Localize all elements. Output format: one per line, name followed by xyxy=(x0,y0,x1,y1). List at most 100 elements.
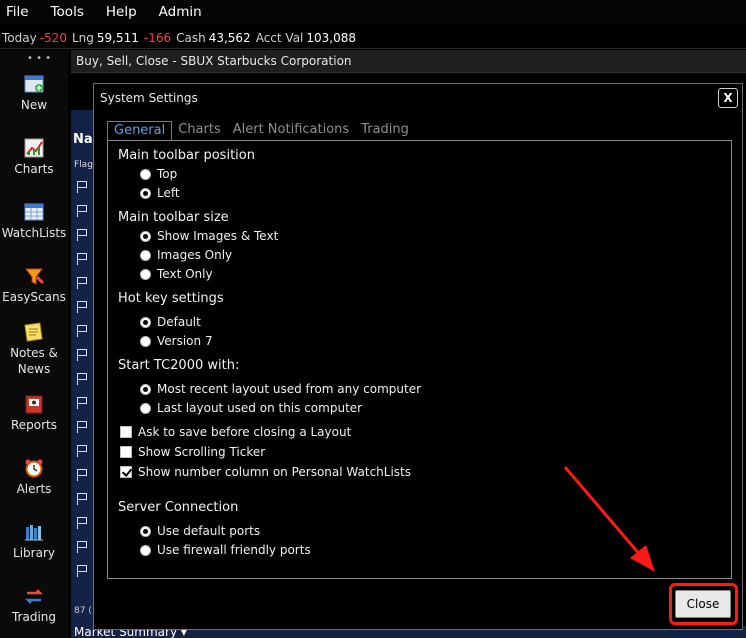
radio-label: Text Only xyxy=(157,267,213,281)
flag-icon[interactable] xyxy=(77,349,89,361)
acct-val-label: Acct Val xyxy=(255,30,304,45)
radio-last-layout-this[interactable]: Last layout used on this computer xyxy=(140,400,362,416)
dialog-title: System Settings xyxy=(100,91,198,105)
settings-tabs: General Charts Alert Notifications Tradi… xyxy=(107,121,415,141)
nav-charts[interactable]: Charts xyxy=(0,137,68,177)
radio-button-selected[interactable] xyxy=(140,316,151,328)
toolbar-grip-icon[interactable]: • • • xyxy=(27,53,51,64)
radio-label: Left xyxy=(157,186,180,200)
nav-reports-label: Reports xyxy=(10,418,58,432)
flag-icon[interactable] xyxy=(77,277,89,289)
new-window-icon xyxy=(23,73,45,95)
system-settings-dialog: System Settings X General Charts Alert N… xyxy=(93,83,743,630)
background-window-title: Buy, Sell, Close - SBUX Starbucks Corpor… xyxy=(71,50,746,73)
radio-button-selected[interactable] xyxy=(140,383,151,395)
menu-admin[interactable]: Admin xyxy=(159,4,202,20)
nav-alerts[interactable]: Alerts xyxy=(0,457,68,497)
radio-label: Images Only xyxy=(157,248,233,262)
today-label: Today xyxy=(2,30,37,45)
nav-notes-label: Notes & xyxy=(10,346,58,360)
radio-label: Top xyxy=(157,167,178,181)
menu-help[interactable]: Help xyxy=(106,4,137,20)
radio-button-selected[interactable] xyxy=(140,187,151,199)
radio-button[interactable] xyxy=(140,335,151,347)
radio-hotkey-default[interactable]: Default xyxy=(140,314,201,330)
nav-notes-news[interactable]: Notes & News xyxy=(0,321,68,377)
flag-icon[interactable] xyxy=(77,229,89,241)
flag-icon[interactable] xyxy=(77,253,89,265)
tab-alert-notifications[interactable]: Alert Notifications xyxy=(227,121,355,141)
hotkey-heading: Hot key settings xyxy=(118,291,224,306)
flag-icon[interactable] xyxy=(77,493,89,505)
flag-icon[interactable] xyxy=(77,325,89,337)
tab-charts[interactable]: Charts xyxy=(172,121,227,141)
radio-label: Most recent layout used from any compute… xyxy=(157,382,422,396)
background-flag-header: Flag xyxy=(74,160,93,170)
checkbox-label: Ask to save before closing a Layout xyxy=(138,425,352,439)
lng-value: 59,511 xyxy=(96,30,139,45)
nav-new[interactable]: New xyxy=(0,73,68,113)
library-icon xyxy=(23,521,45,543)
nav-news-label: News xyxy=(17,362,51,376)
radio-button-selected[interactable] xyxy=(140,525,151,537)
flag-icon[interactable] xyxy=(77,445,89,457)
radio-default-ports[interactable]: Use default ports xyxy=(140,523,260,539)
menu-file[interactable]: File xyxy=(6,4,29,20)
checkbox-number-column[interactable]: Show number column on Personal WatchList… xyxy=(120,464,411,480)
nav-easyscans[interactable]: EasyScans xyxy=(0,265,68,305)
nav-new-label: New xyxy=(20,98,48,112)
radio-images-only[interactable]: Images Only xyxy=(140,247,232,263)
lng-label: Lng xyxy=(71,30,94,45)
flag-icon[interactable] xyxy=(77,205,89,217)
radio-button[interactable] xyxy=(140,249,151,261)
acct-val-value: 103,088 xyxy=(306,30,357,45)
checkbox-label: Show number column on Personal WatchList… xyxy=(138,465,412,479)
nav-watchlists[interactable]: WatchLists xyxy=(0,201,68,241)
radio-button[interactable] xyxy=(140,544,151,556)
checkbox-scrolling-ticker[interactable]: Show Scrolling Ticker xyxy=(120,444,265,460)
left-toolbar: • • • New Charts WatchLists EasyScans No… xyxy=(0,50,68,638)
checkbox-ask-save-layout[interactable]: Ask to save before closing a Layout xyxy=(120,424,351,440)
checkbox-label: Show Scrolling Ticker xyxy=(138,445,266,459)
menu-tools[interactable]: Tools xyxy=(51,4,84,20)
checkbox-checked[interactable] xyxy=(120,466,132,478)
tab-trading[interactable]: Trading xyxy=(355,121,415,141)
tab-general[interactable]: General xyxy=(107,121,173,141)
radio-text-only[interactable]: Text Only xyxy=(140,266,213,282)
checkbox[interactable] xyxy=(120,446,132,458)
radio-toolbar-top[interactable]: Top xyxy=(140,166,177,182)
radio-toolbar-left[interactable]: Left xyxy=(140,185,180,201)
scan-icon xyxy=(23,265,45,287)
flag-icon[interactable] xyxy=(77,565,89,577)
nav-library[interactable]: Library xyxy=(0,521,68,561)
radio-button[interactable] xyxy=(140,268,151,280)
radio-label: Use default ports xyxy=(157,524,261,538)
flag-icon[interactable] xyxy=(77,301,89,313)
radio-button[interactable] xyxy=(140,402,151,414)
checkbox[interactable] xyxy=(120,426,132,438)
lng-change: -166 xyxy=(143,30,172,45)
flag-icon[interactable] xyxy=(77,181,89,193)
background-count-fragment: 87 ( xyxy=(74,606,92,616)
radio-button-selected[interactable] xyxy=(140,230,151,242)
radio-label: Default xyxy=(157,315,201,329)
account-ticker-bar: Today -520 Lng 59,511 -166 Cash 43,562 A… xyxy=(0,27,746,49)
trading-arrows-icon xyxy=(23,585,45,607)
close-button[interactable]: Close xyxy=(675,590,731,618)
flag-icon[interactable] xyxy=(77,541,89,553)
dialog-close-x-button[interactable]: X xyxy=(718,88,738,108)
nav-watchlists-label: WatchLists xyxy=(1,226,67,240)
flag-icon[interactable] xyxy=(77,397,89,409)
radio-recent-layout-any[interactable]: Most recent layout used from any compute… xyxy=(140,381,421,397)
flag-icon[interactable] xyxy=(77,373,89,385)
flag-icon[interactable] xyxy=(77,517,89,529)
radio-hotkey-version7[interactable]: Version 7 xyxy=(140,333,213,349)
flag-icon[interactable] xyxy=(77,421,89,433)
nav-reports[interactable]: Reports xyxy=(0,393,68,433)
flag-icon[interactable] xyxy=(77,469,89,481)
radio-button[interactable] xyxy=(140,168,151,180)
nav-trading[interactable]: Trading xyxy=(0,585,68,625)
radio-firewall-ports[interactable]: Use firewall friendly ports xyxy=(140,542,311,558)
nav-charts-label: Charts xyxy=(14,162,54,176)
radio-show-images-text[interactable]: Show Images & Text xyxy=(140,228,278,244)
